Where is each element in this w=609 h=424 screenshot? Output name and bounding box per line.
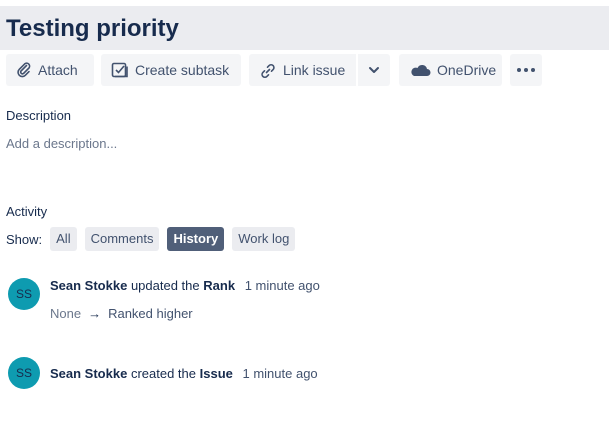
history-field: Issue	[199, 366, 233, 381]
onedrive-button[interactable]: OneDrive	[399, 54, 502, 86]
more-icon	[517, 68, 535, 72]
link-issue-dropdown-button[interactable]	[358, 54, 390, 86]
history-change: None → Ranked higher	[50, 306, 193, 321]
history-entry-header: Sean Stokke updated the Rank 1 minute ag…	[50, 278, 320, 293]
change-from: None	[50, 306, 82, 321]
paperclip-icon	[16, 62, 32, 78]
history-time: 1 minute ago	[242, 366, 318, 381]
change-arrow: →	[88, 306, 102, 321]
onedrive-label: OneDrive	[437, 62, 497, 78]
history-action: updated the	[130, 278, 200, 293]
description-field[interactable]: Add a description...	[6, 136, 117, 151]
history-action: created the	[130, 366, 196, 381]
chevron-down-icon	[368, 66, 380, 74]
user-name[interactable]: Sean Stokke	[50, 278, 127, 293]
link-issue-button[interactable]: Link issue	[249, 54, 356, 86]
tab-history[interactable]: History	[167, 227, 225, 251]
subtask-icon	[111, 62, 129, 78]
activity-heading: Activity	[6, 204, 48, 219]
cloud-icon	[409, 63, 431, 77]
change-to: Ranked higher	[108, 306, 193, 321]
tab-comments[interactable]: Comments	[84, 227, 160, 251]
link-issue-label: Link issue	[283, 62, 346, 78]
activity-filter: Show: All Comments History Work log	[6, 227, 296, 251]
tab-all[interactable]: All	[50, 227, 77, 251]
issue-title[interactable]: Testing priority	[6, 12, 179, 46]
history-entry-header: Sean Stokke created the Issue 1 minute a…	[50, 366, 318, 381]
link-icon	[259, 62, 277, 78]
user-name[interactable]: Sean Stokke	[50, 366, 127, 381]
create-subtask-label: Create subtask	[135, 62, 230, 78]
avatar[interactable]: SS	[8, 278, 40, 310]
more-actions-button[interactable]	[510, 54, 542, 86]
show-label: Show:	[6, 231, 43, 247]
description-heading: Description	[6, 108, 72, 123]
history-time: 1 minute ago	[244, 278, 320, 293]
issue-toolbar: Attach Create subtask Link issue OneDriv…	[6, 54, 542, 86]
attach-button[interactable]: Attach	[6, 54, 94, 86]
tab-work-log[interactable]: Work log	[232, 227, 296, 251]
avatar[interactable]: SS	[8, 357, 40, 389]
history-field: Rank	[203, 278, 236, 293]
attach-label: Attach	[38, 62, 78, 78]
create-subtask-button[interactable]: Create subtask	[101, 54, 241, 86]
